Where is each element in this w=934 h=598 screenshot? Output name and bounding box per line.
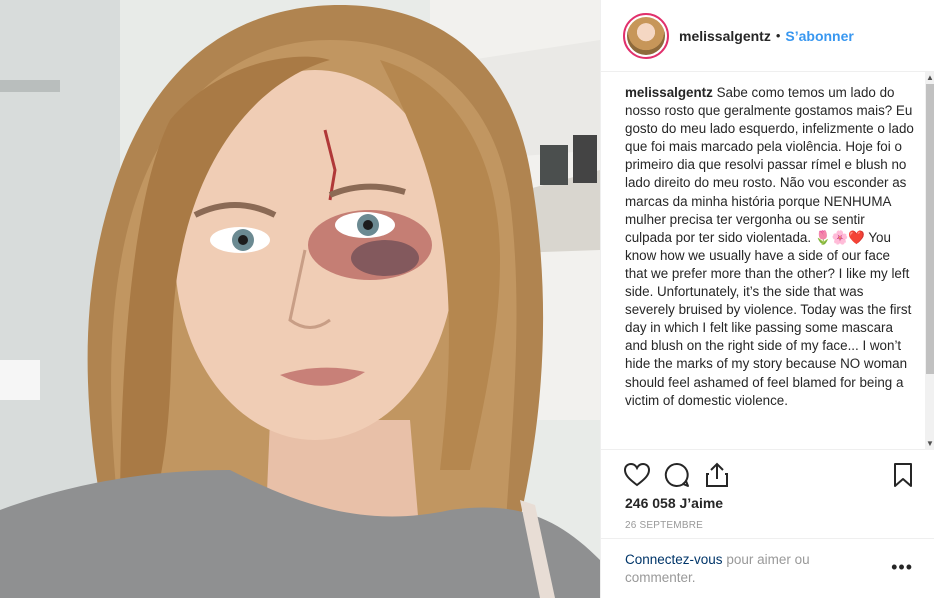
post-header: melissalgentz • S’abonner — [601, 0, 934, 72]
action-bar — [601, 450, 934, 496]
more-options-icon[interactable]: ••• — [891, 557, 913, 578]
post-side-panel: melissalgentz • S’abonner melissalgentz … — [600, 0, 934, 598]
post-date[interactable]: 26 SEPTEMBRE — [625, 520, 703, 531]
username-link[interactable]: melissalgentz — [679, 28, 771, 44]
caption: melissalgentz Sabe como temos um lado do… — [625, 84, 915, 410]
selfie-image — [0, 0, 600, 598]
login-prompt: Connectez-vous pour aimer ou commenter. … — [601, 538, 934, 598]
avatar-image — [627, 16, 665, 55]
avatar[interactable] — [623, 12, 669, 59]
share-icon[interactable] — [703, 461, 731, 489]
scroll-thumb[interactable] — [926, 84, 934, 374]
post-photo[interactable] — [0, 0, 600, 598]
comment-icon[interactable] — [663, 461, 691, 489]
caption-text: Sabe como temos um lado do nosso rosto q… — [625, 85, 918, 408]
bookmark-icon[interactable] — [889, 461, 917, 489]
likes-count[interactable]: 246 058 J’aime — [625, 495, 723, 511]
login-text: Connectez-vous pour aimer ou commenter. — [625, 551, 865, 587]
scroll-up-icon[interactable]: ▲ — [926, 74, 934, 82]
heart-icon[interactable] — [623, 461, 651, 489]
login-link[interactable]: Connectez-vous — [625, 552, 723, 567]
caption-area[interactable]: melissalgentz Sabe como temos um lado do… — [601, 72, 934, 450]
separator-dot: • — [775, 28, 781, 43]
scroll-down-icon[interactable]: ▼ — [926, 440, 934, 448]
follow-button[interactable]: S’abonner — [785, 28, 853, 44]
caption-username[interactable]: melissalgentz — [625, 85, 713, 100]
caption-scrollbar[interactable]: ▲ ▼ — [925, 72, 934, 450]
